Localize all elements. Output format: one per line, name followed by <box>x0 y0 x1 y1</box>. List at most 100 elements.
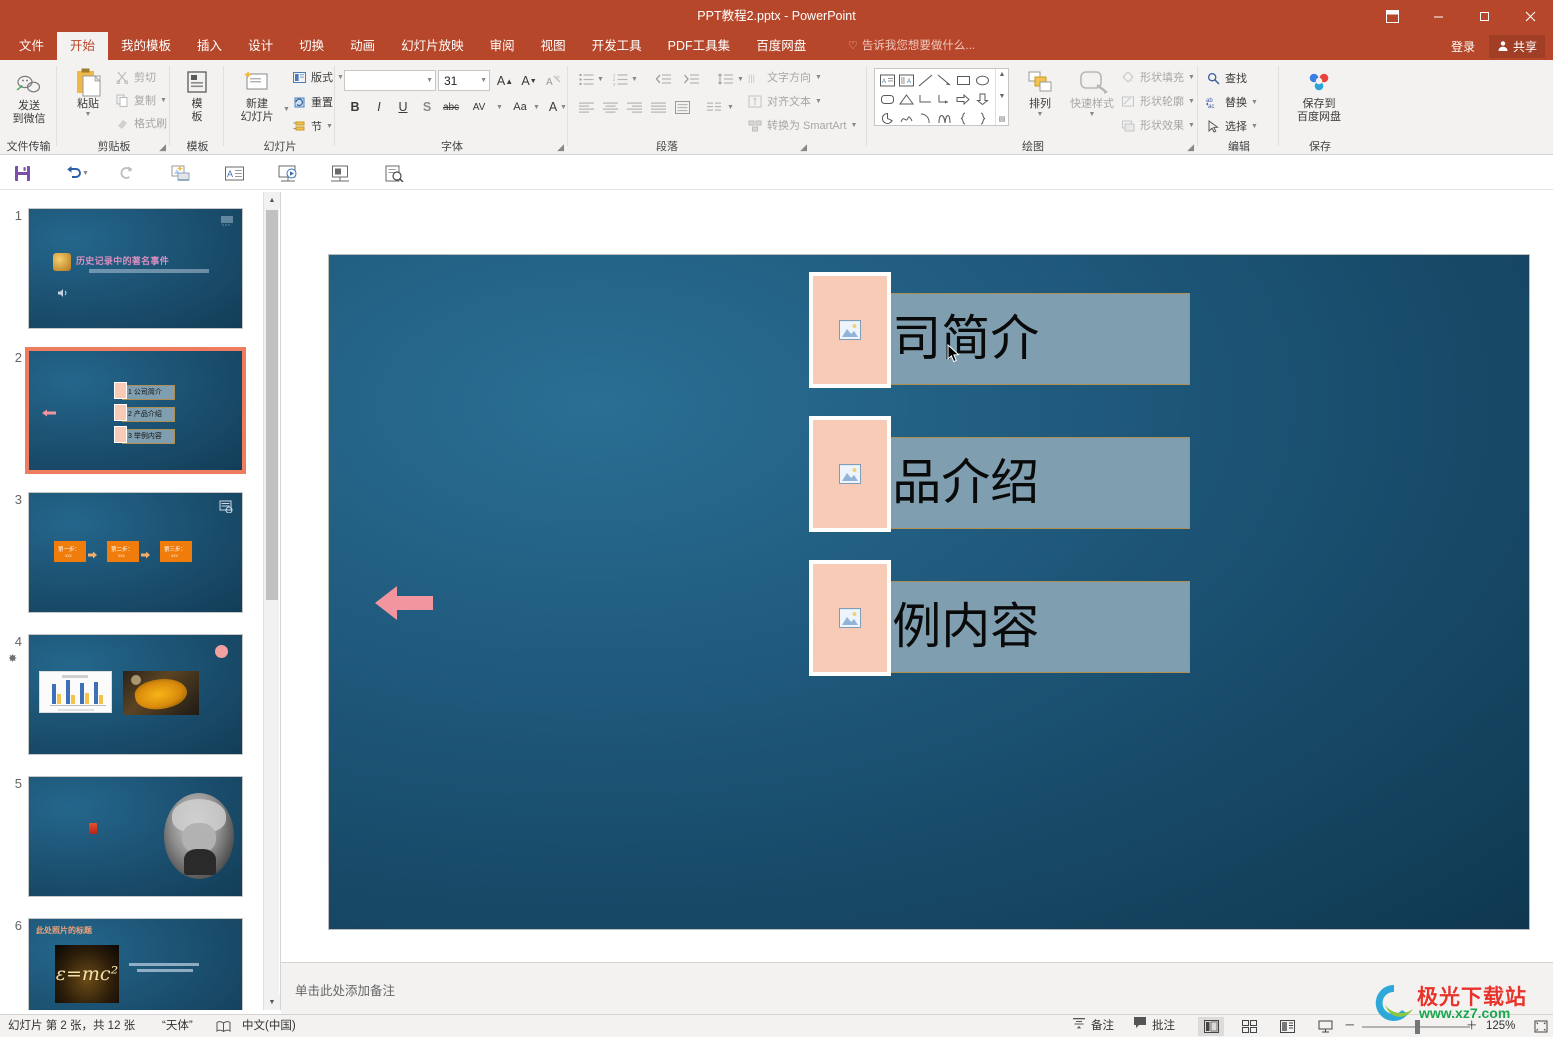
slide-editing-area[interactable]: 1公司简介 2产品介绍 3举 <box>281 192 1553 962</box>
format-painter-button[interactable]: 格式刷 <box>114 115 167 131</box>
replace-caret[interactable]: ▼ <box>1251 99 1258 106</box>
send-to-wechat-button[interactable]: 发送 到微信 <box>4 70 54 125</box>
thumbnail-6[interactable]: 此处照片的标题 ε=mc² <box>28 918 243 1010</box>
shape-effects-caret[interactable]: ▼ <box>1188 122 1195 129</box>
save-icon[interactable] <box>10 161 34 185</box>
change-case-button[interactable]: Aa <box>508 96 532 118</box>
start-from-beginning-icon[interactable] <box>168 161 192 185</box>
new-slide-caret[interactable]: ▼ <box>283 106 290 113</box>
tab-animations[interactable]: 动画 <box>337 32 388 60</box>
numbering-icon[interactable]: 123 <box>609 68 631 90</box>
shapes-gallery[interactable]: A A ▲ ▼ ▤ <box>874 68 1009 126</box>
shape-pie-icon[interactable] <box>878 109 897 128</box>
agenda-image-placeholder-2[interactable] <box>809 416 891 532</box>
shape-triangle-icon[interactable] <box>897 90 916 109</box>
decrease-font-size-button[interactable]: A ▼ <box>518 70 540 92</box>
copy-button[interactable]: 复制 ▼ <box>114 92 167 108</box>
zoom-out-button[interactable]: － <box>1344 1015 1356 1037</box>
italic-button[interactable]: I <box>368 96 390 118</box>
select-caret[interactable]: ▼ <box>1251 123 1258 130</box>
ribbon-display-options-icon[interactable] <box>1371 0 1413 32</box>
view-slideshow-button[interactable] <box>1312 1017 1338 1036</box>
preview-icon[interactable] <box>382 161 406 185</box>
maximize-button[interactable] <box>1461 0 1507 32</box>
align-text-caret[interactable]: ▼ <box>815 98 822 105</box>
shape-effects-button[interactable]: 形状效果 ▼ <box>1120 117 1195 133</box>
drawing-dialog-launcher[interactable]: ◢ <box>1187 142 1194 153</box>
thumbnail-item-1[interactable]: 1 历史记录中的著名事件 <box>0 208 266 333</box>
thumbnail-1[interactable]: 历史记录中的著名事件 <box>28 208 243 329</box>
tab-design[interactable]: 设计 <box>235 32 286 60</box>
align-right-icon[interactable] <box>623 96 645 118</box>
shape-outline-caret[interactable]: ▼ <box>1188 98 1195 105</box>
slide-thumbnail-panel[interactable]: 1 历史记录中的著名事件 2 1 公司简介 2 产品介绍 3 举例内容 3 第一… <box>0 192 281 1010</box>
thumbnail-2[interactable]: 1 公司简介 2 产品介绍 3 举例内容 <box>25 347 246 474</box>
tab-slideshow[interactable]: 幻灯片放映 <box>388 32 477 60</box>
thumbnail-panel-scrollbar[interactable]: ▲ ▼ <box>263 192 280 1010</box>
font-dialog-launcher[interactable]: ◢ <box>557 142 564 153</box>
paste-button[interactable]: 粘贴 ▼ <box>66 68 110 119</box>
shape-fill-caret[interactable]: ▼ <box>1188 74 1195 81</box>
shapes-more-icon[interactable]: ▤ <box>999 115 1006 123</box>
thumbnail-3[interactable]: 第一步： xxx 第二步： xxx 第三步： xxx <box>28 492 243 613</box>
convert-to-smartart-button[interactable]: 转换为 SmartArt ▼ <box>747 117 857 133</box>
spellcheck-icon[interactable] <box>216 1015 231 1037</box>
columns-caret[interactable]: ▼ <box>727 104 734 111</box>
scroll-up-icon[interactable]: ▲ <box>264 192 280 208</box>
shapes-scroll-up-icon[interactable]: ▲ <box>999 71 1006 78</box>
fit-slide-to-window-button[interactable] <box>1528 1017 1553 1036</box>
font-size-caret[interactable]: ▼ <box>480 77 487 84</box>
bullets-caret[interactable]: ▼ <box>597 76 604 83</box>
minimize-button[interactable] <box>1415 0 1461 32</box>
bullets-icon[interactable] <box>575 68 597 90</box>
decrease-indent-icon[interactable] <box>651 68 675 90</box>
shape-line-icon[interactable] <box>916 71 935 90</box>
align-left-icon[interactable] <box>575 96 597 118</box>
view-slide-sorter-button[interactable] <box>1236 1017 1262 1036</box>
comments-toggle-button[interactable]: 批注 <box>1133 1015 1175 1037</box>
quick-styles-caret[interactable]: ▼ <box>1089 111 1096 119</box>
section-caret[interactable]: ▼ <box>326 123 333 130</box>
shape-oval-icon[interactable] <box>973 71 992 90</box>
strikethrough-button[interactable]: abc <box>440 96 462 118</box>
shape-elbow-arrow-icon[interactable] <box>935 90 954 109</box>
left-pink-arrow-shape[interactable] <box>375 583 433 623</box>
character-spacing-button[interactable]: AV <box>464 96 494 118</box>
thumbnail-item-5[interactable]: 5 <box>0 776 266 901</box>
notes-toggle-button[interactable]: 备注 <box>1072 1015 1114 1037</box>
scrollbar-thumb[interactable] <box>266 210 278 600</box>
paragraph-dialog-launcher[interactable]: ◢ <box>800 142 807 153</box>
thumbnail-item-3[interactable]: 3 第一步： xxx 第二步： xxx 第三步： xxx <box>0 492 266 617</box>
section-button[interactable]: 节 ▼ <box>291 118 333 134</box>
shape-scribble-icon[interactable] <box>897 109 916 128</box>
increase-indent-icon[interactable] <box>679 68 703 90</box>
shapes-scroll-down-icon[interactable]: ▼ <box>999 93 1006 100</box>
tab-home[interactable]: 开始 <box>57 32 109 60</box>
tab-developer[interactable]: 开发工具 <box>579 32 655 60</box>
align-center-icon[interactable] <box>599 96 621 118</box>
shape-vertical-text-icon[interactable]: A <box>897 71 916 90</box>
current-slide[interactable]: 1公司简介 2产品介绍 3举 <box>328 254 1530 930</box>
thumbnail-item-6[interactable]: 6 此处照片的标题 ε=mc² <box>0 918 266 1010</box>
clipboard-dialog-launcher[interactable]: ◢ <box>159 142 166 153</box>
justify-icon[interactable] <box>647 96 669 118</box>
slideshow-icon[interactable] <box>276 161 300 185</box>
shape-fill-button[interactable]: 形状填充 ▼ <box>1120 69 1195 85</box>
tab-review[interactable]: 审阅 <box>477 32 528 60</box>
cut-button[interactable]: 剪切 <box>114 69 156 85</box>
tab-insert[interactable]: 插入 <box>184 32 235 60</box>
agenda-image-placeholder-1[interactable] <box>809 272 891 388</box>
thumbnail-item-4[interactable]: 4 ✸ <box>0 634 266 759</box>
shape-rounded-rectangle-icon[interactable] <box>878 90 897 109</box>
distribute-text-icon[interactable] <box>671 96 693 118</box>
notes-pane[interactable]: 单击此处添加备注 <box>281 962 1553 1014</box>
line-spacing-caret[interactable]: ▼ <box>737 76 744 83</box>
shape-arc-icon[interactable] <box>916 109 935 128</box>
sign-in-link[interactable]: 登录 <box>1451 38 1475 55</box>
shape-curve-icon[interactable] <box>935 109 954 128</box>
reset-button[interactable]: 重置 <box>291 94 333 110</box>
columns-icon[interactable] <box>703 96 725 118</box>
find-button[interactable]: 查找 <box>1205 70 1247 86</box>
view-reading-button[interactable] <box>1274 1017 1300 1036</box>
text-shadow-button[interactable]: S <box>416 96 438 118</box>
